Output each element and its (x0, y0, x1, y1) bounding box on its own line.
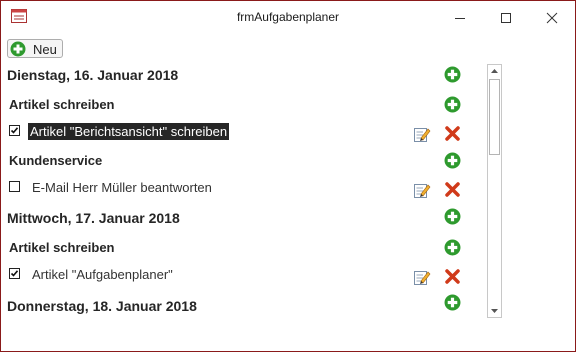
day-date: Donnerstag, 18. Januar 2018 (7, 298, 197, 314)
new-button-label: Neu (33, 42, 57, 57)
category-header: Artikel schreiben (1, 92, 471, 118)
task-row: E-Mail Herr Müller beantworten (1, 175, 471, 201)
add-circle-icon[interactable] (444, 208, 461, 225)
vertical-scrollbar[interactable] (487, 64, 502, 318)
minimize-icon (455, 18, 465, 19)
category-name: Artikel schreiben (9, 240, 115, 255)
day-date: Mittwoch, 17. Januar 2018 (7, 210, 180, 226)
scroll-up-button[interactable] (488, 65, 501, 78)
delete-x-icon[interactable] (444, 268, 461, 285)
scroll-thumb[interactable] (489, 79, 500, 155)
add-circle-icon[interactable] (444, 96, 461, 113)
delete-x-icon[interactable] (444, 125, 461, 142)
task-checkbox[interactable] (9, 125, 20, 136)
day-date: Dienstag, 16. Januar 2018 (7, 67, 179, 83)
maximize-icon (501, 13, 511, 23)
close-button[interactable] (529, 1, 575, 33)
task-title[interactable]: Artikel "Aufgabenplaner" (30, 266, 175, 283)
add-circle-icon (10, 41, 26, 62)
new-button[interactable]: Neu (7, 39, 63, 58)
maximize-button[interactable] (483, 1, 529, 33)
add-circle-icon[interactable] (444, 66, 461, 83)
add-circle-icon[interactable] (444, 152, 461, 169)
category-name: Kundenservice (9, 153, 103, 168)
edit-pencil-icon[interactable] (413, 125, 431, 143)
edit-pencil-icon[interactable] (413, 268, 431, 286)
task-title[interactable]: E-Mail Herr Müller beantworten (30, 179, 214, 196)
scroll-down-button[interactable] (488, 304, 501, 317)
day-header: Mittwoch, 17. Januar 2018 (1, 206, 471, 232)
title-bar[interactable]: frmAufgabenplaner (1, 1, 575, 33)
edit-pencil-icon[interactable] (413, 181, 431, 199)
task-title[interactable]: Artikel "Berichtsansicht" schreiben (28, 123, 230, 140)
category-header: Artikel schreiben (1, 235, 471, 261)
chevron-up-icon (491, 69, 498, 73)
close-icon (546, 12, 558, 24)
app-window: frmAufgabenplaner Neu Dienstag, 16. Janu… (0, 0, 576, 352)
day-header: Dienstag, 16. Januar 2018 (1, 63, 471, 89)
minimize-button[interactable] (437, 1, 483, 33)
task-row: Artikel "Berichtsansicht" schreiben (1, 119, 471, 145)
day-header: Donnerstag, 18. Januar 2018 (1, 294, 471, 320)
add-circle-icon[interactable] (444, 239, 461, 256)
delete-x-icon[interactable] (444, 181, 461, 198)
task-checkbox[interactable] (9, 181, 20, 192)
checkmark-icon (10, 270, 19, 277)
task-checkbox[interactable] (9, 268, 20, 279)
task-row: Artikel "Aufgabenplaner" (1, 262, 471, 288)
chevron-down-icon (491, 309, 498, 313)
add-circle-icon[interactable] (444, 294, 461, 311)
category-header: Kundenservice (1, 148, 471, 174)
checkmark-icon (10, 127, 19, 134)
category-name: Artikel schreiben (9, 97, 115, 112)
